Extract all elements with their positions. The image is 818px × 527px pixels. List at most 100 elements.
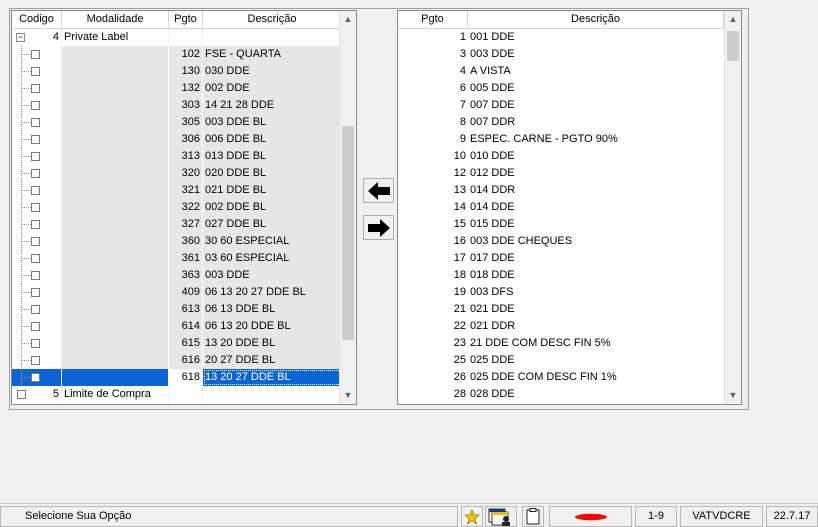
row-checkbox[interactable] [31,203,40,212]
table-row[interactable]: 618 13 20 27 DDE BL [12,369,342,386]
table-row[interactable]: 306 006 DDE BL [12,131,342,148]
row-checkbox[interactable] [31,322,40,331]
header-pgto[interactable]: Pgto [169,11,203,28]
table-row[interactable]: 25 025 DDE [398,352,724,369]
table-row[interactable]: 14 014 DDE [398,199,724,216]
table-row[interactable]: 361 03 60 ESPECIAL [12,250,342,267]
table-row[interactable]: 320 020 DDE BL [12,165,342,182]
tree-line [21,326,31,327]
table-row[interactable]: 7 007 DDE [398,97,724,114]
table-row[interactable]: 613 06 13 DDE BL [12,301,342,318]
available-payments-grid[interactable]: Pgto Descrição 1 001 DDE 3 003 DDE 4 A VISTA 6… [397,10,742,405]
table-row[interactable]: 23 21 DDE COM DESC FIN 5% [398,335,724,352]
row-checkbox[interactable] [31,84,40,93]
table-row[interactable]: 4 A VISTA [398,63,724,80]
scroll-thumb[interactable] [727,31,739,61]
table-row[interactable]: 17 017 DDE [398,250,724,267]
row-checkbox[interactable] [31,288,40,297]
table-row[interactable]: 614 06 13 20 DDE BL [12,318,342,335]
table-row[interactable]: 327 027 DDE BL [12,216,342,233]
favorites-button[interactable] [461,506,483,527]
scroll-down-icon[interactable]: ▼ [725,387,741,404]
table-row[interactable]: 22 021 DDR [398,318,724,335]
table-row[interactable]: 615 13 20 DDE BL [12,335,342,352]
table-row[interactable]: 322 002 DDE BL [12,199,342,216]
row-descricao: 021 DDE [470,303,515,315]
table-row[interactable]: 409 06 13 20 27 DDE BL [12,284,342,301]
tree-node-limite-de-compra[interactable]: 5 Limite de Compra [12,386,342,403]
row-checkbox[interactable] [31,356,40,365]
table-row[interactable]: 28 028 DDE [398,386,724,403]
scroll-thumb[interactable] [342,126,354,340]
page-indicator: 1-9 [635,506,677,527]
table-row[interactable]: 363 003 DDE [12,267,342,284]
row-pgto: 8 [459,116,466,128]
clipboard-button[interactable] [522,506,544,527]
row-pgto: 320 [169,165,203,182]
table-row[interactable]: 19 003 DFS [398,284,724,301]
row-checkbox[interactable] [31,339,40,348]
header-descricao[interactable]: Descrição [468,11,724,28]
table-row[interactable]: 18 018 DDE [398,267,724,284]
table-row[interactable]: 12 012 DDE [398,165,724,182]
row-checkbox[interactable] [31,271,40,280]
tree-line [21,88,31,89]
payment-tree-grid[interactable]: Codigo Modalidade Pgto Descrição − 4 Pri… [11,10,357,405]
tree-node-private-label[interactable]: − 4 Private Label [12,29,342,46]
row-checkbox[interactable] [31,186,40,195]
move-right-button[interactable] [363,215,394,240]
table-row[interactable]: 102 FSE - QUARTA [12,46,342,63]
table-row[interactable]: 26 025 DDE COM DESC FIN 1% [398,369,724,386]
node-checkbox[interactable] [17,390,26,399]
redacted-user-field [549,506,632,527]
table-row[interactable]: 313 013 DDE BL [12,148,342,165]
table-row[interactable]: 321 021 DDE BL [12,182,342,199]
table-row[interactable]: 303 14 21 28 DDE [12,97,342,114]
row-checkbox[interactable] [31,50,40,59]
table-row[interactable]: 360 30 60 ESPECIAL [12,233,342,250]
table-row[interactable]: 1 001 DDE [398,29,724,46]
row-pgto: 614 [169,318,203,335]
row-checkbox[interactable] [31,101,40,110]
scroll-up-icon[interactable]: ▲ [725,11,741,28]
collapse-icon[interactable]: − [16,33,25,42]
row-checkbox[interactable] [31,254,40,263]
table-row[interactable]: 21 021 DDE [398,301,724,318]
header-codigo[interactable]: Codigo [12,11,62,28]
row-checkbox[interactable] [31,169,40,178]
table-row[interactable]: 16 003 DDE CHEQUES [398,233,724,250]
table-row[interactable]: 13 014 DDR [398,182,724,199]
row-checkbox[interactable] [31,67,40,76]
row-checkbox[interactable] [31,237,40,246]
table-row[interactable]: 130 030 DDE [12,63,342,80]
header-descricao[interactable]: Descrição [203,11,342,28]
move-left-button[interactable] [363,178,394,203]
user-window-button[interactable] [485,506,517,527]
row-checkbox[interactable] [31,373,40,382]
table-row[interactable]: 9 ESPEC. CARNE - PGTO 90% [398,131,724,148]
row-checkbox[interactable] [31,220,40,229]
scroll-up-icon[interactable]: ▲ [340,11,356,28]
table-row[interactable]: 6 005 DDE [398,80,724,97]
row-checkbox[interactable] [31,152,40,161]
row-descricao: 006 DDE BL [203,131,342,148]
left-vertical-scrollbar[interactable]: ▲ ▼ [339,11,356,404]
table-row[interactable]: 10 010 DDE [398,148,724,165]
table-row[interactable]: 132 002 DDE [12,80,342,97]
row-checkbox[interactable] [31,305,40,314]
table-row[interactable]: 3 003 DDE [398,46,724,63]
table-row[interactable]: 305 003 DDE BL [12,114,342,131]
row-pgto: 322 [169,199,203,216]
right-vertical-scrollbar[interactable]: ▲ ▼ [724,11,741,404]
header-pgto[interactable]: Pgto [398,11,468,28]
table-row[interactable]: 616 20 27 DDE BL [12,352,342,369]
scroll-down-icon[interactable]: ▼ [340,387,356,404]
tree-line [21,360,31,361]
row-checkbox[interactable] [31,118,40,127]
header-modalidade[interactable]: Modalidade [62,11,169,28]
table-row[interactable]: 8 007 DDR [398,114,724,131]
version-label: 22.7.17 [766,506,818,527]
table-row[interactable]: 15 015 DDE [398,216,724,233]
arrow-right-icon [367,218,390,237]
row-checkbox[interactable] [31,135,40,144]
